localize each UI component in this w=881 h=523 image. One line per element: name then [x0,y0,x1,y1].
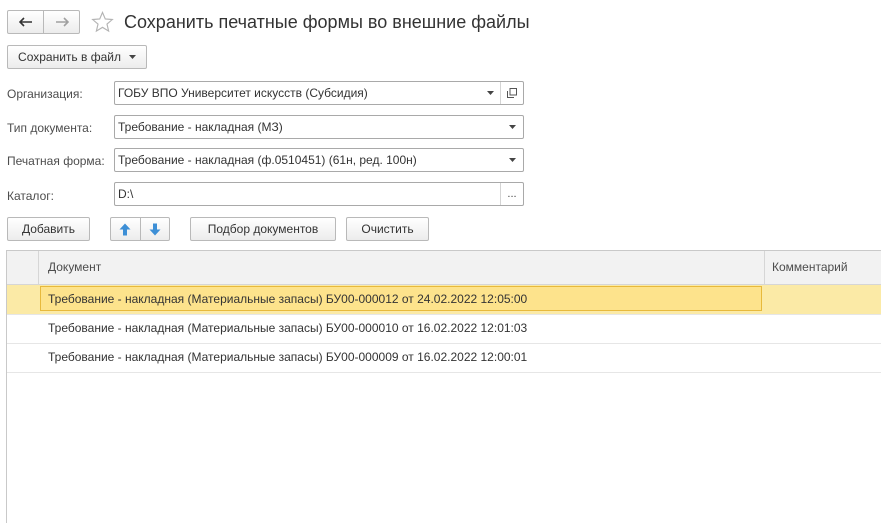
open-window-icon [507,88,517,98]
star-icon[interactable] [91,11,114,33]
doc-type-value: Требование - накладная (МЗ) [118,120,283,134]
print-form-field[interactable]: Требование - накладная (ф.0510451) (61н,… [114,148,524,172]
organization-open-button[interactable] [500,82,523,104]
save-to-file-label: Сохранить в файл [18,50,121,64]
organization-label: Организация: [7,87,83,101]
table-header: Документ Комментарий [7,251,881,285]
move-buttons [110,217,170,241]
print-form-label: Печатная форма: [7,154,105,168]
document-cell: Требование - накладная (Материальные зап… [48,350,528,364]
chevron-down-icon [508,125,516,129]
documents-table[interactable]: Документ Комментарий Требование - наклад… [6,250,881,523]
catalog-value: D:\ [118,187,134,201]
column-header-document[interactable]: Документ [48,260,101,274]
forward-button[interactable] [43,11,79,33]
page-title: Сохранить печатные формы во внешние файл… [124,12,530,32]
select-documents-button[interactable]: Подбор документов [190,217,336,241]
add-button-label: Добавить [21,222,76,236]
arrow-right-icon [55,17,69,27]
organization-field[interactable]: ГОБУ ВПО Университет искусств (Субсидия) [114,81,524,105]
organization-dropdown-button[interactable] [479,82,501,104]
back-button[interactable] [8,11,43,33]
table-row[interactable]: Требование - накладная (Материальные зап… [7,314,881,344]
catalog-browse-button[interactable]: ... [500,183,523,205]
doc-type-field[interactable]: Требование - накладная (МЗ) [114,115,524,139]
catalog-field[interactable]: D:\ ... [114,182,524,206]
chevron-down-icon [486,91,494,95]
document-cell: Требование - накладная (Материальные зап… [48,292,528,306]
document-cell: Требование - накладная (Материальные зап… [48,321,528,335]
print-form-dropdown-button[interactable] [501,149,523,171]
table-row[interactable]: Требование - накладная (Материальные зап… [7,285,881,315]
chevron-down-icon [128,55,136,59]
print-form-value: Требование - накладная (ф.0510451) (61н,… [118,153,417,167]
doc-type-dropdown-button[interactable] [501,116,523,138]
arrow-up-icon [119,223,131,235]
move-down-button[interactable] [139,218,170,240]
catalog-browse-label: ... [507,188,517,200]
organization-value: ГОБУ ВПО Университет искусств (Субсидия) [118,86,368,100]
clear-button-label: Очистить [361,222,414,236]
column-header-comment[interactable]: Комментарий [772,260,848,274]
arrow-left-icon [18,17,32,27]
nav-buttons [7,10,80,34]
add-button[interactable]: Добавить [7,217,90,241]
clear-button[interactable]: Очистить [346,217,429,241]
arrow-down-icon [149,223,161,235]
move-up-button[interactable] [111,218,140,240]
select-documents-label: Подбор документов [207,222,319,236]
column-divider [764,251,765,284]
doc-type-label: Тип документа: [7,121,93,135]
chevron-down-icon [508,158,516,162]
save-to-file-button[interactable]: Сохранить в файл [7,45,147,69]
catalog-label: Каталог: [7,189,54,203]
column-divider [38,251,39,284]
table-row[interactable]: Требование - накладная (Материальные зап… [7,343,881,373]
